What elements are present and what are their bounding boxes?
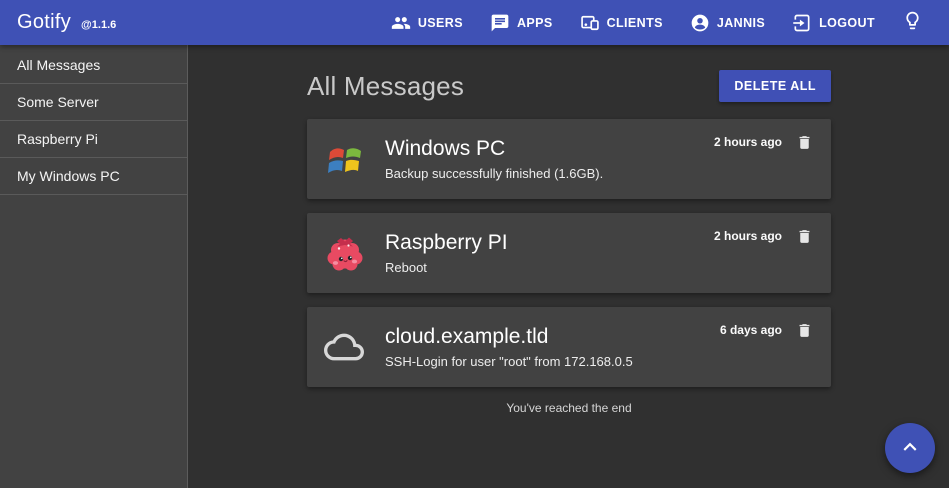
- lightbulb-icon: [902, 10, 923, 36]
- raspberry-icon: [325, 233, 365, 273]
- app-version: @1.1.6: [81, 19, 116, 31]
- chevron-up-icon: [897, 434, 923, 463]
- message-card: cloud.example.tld SSH-Login for user "ro…: [307, 307, 831, 387]
- sidebar-item-raspberry-pi[interactable]: Raspberry Pi: [0, 121, 187, 158]
- message-card: Windows PC Backup successfully finished …: [307, 119, 831, 199]
- message-title: Windows PC: [385, 137, 714, 161]
- sidebar-item-label: Raspberry Pi: [17, 131, 98, 147]
- message-timestamp: 2 hours ago: [714, 229, 782, 243]
- nav-label-apps: APPS: [517, 16, 553, 30]
- end-of-list-text: You've reached the end: [307, 401, 831, 415]
- message-card: Raspberry PI Reboot 2 hours ago: [307, 213, 831, 293]
- nav-label-jannis: JANNIS: [717, 16, 765, 30]
- delete-message-button[interactable]: [796, 133, 813, 152]
- nav-item-users[interactable]: USERS: [391, 13, 463, 33]
- exit-icon: [792, 13, 812, 33]
- sidebar-item-label: Some Server: [17, 94, 99, 110]
- nav-item-apps[interactable]: APPS: [490, 13, 553, 33]
- main-area: All Messages DELETE ALL Windows PC Backu…: [189, 45, 949, 488]
- nav-label-logout: LOGOUT: [819, 16, 875, 30]
- nav-label-clients: CLIENTS: [607, 16, 663, 30]
- theme-toggle-button[interactable]: [902, 10, 923, 36]
- nav-item-logout[interactable]: LOGOUT: [792, 13, 875, 33]
- message-timestamp: 6 days ago: [720, 323, 782, 337]
- message-body: Backup successfully finished (1.6GB).: [385, 166, 714, 181]
- nav-label-users: USERS: [418, 16, 463, 30]
- sidebar: All Messages Some Server Raspberry Pi My…: [0, 45, 188, 488]
- trash-icon: [796, 234, 813, 249]
- scroll-to-top-button[interactable]: [885, 423, 935, 473]
- nav-item-user-jannis[interactable]: JANNIS: [690, 13, 765, 33]
- app-logo[interactable]: Gotify: [17, 11, 71, 34]
- gotify-app-window: Gotify @1.1.6 USERS APPS CLIENTS: [0, 0, 949, 488]
- app-bar: Gotify @1.1.6 USERS APPS CLIENTS: [0, 0, 949, 45]
- message-title: Raspberry PI: [385, 231, 714, 255]
- page-title: All Messages: [307, 71, 464, 102]
- trash-icon: [796, 140, 813, 155]
- devices-icon: [580, 13, 600, 33]
- sidebar-item-all-messages[interactable]: All Messages: [0, 47, 187, 84]
- trash-icon: [796, 328, 813, 343]
- users-icon: [391, 13, 411, 33]
- chat-icon: [490, 13, 510, 33]
- message-title: cloud.example.tld: [385, 325, 720, 349]
- sidebar-item-label: All Messages: [17, 57, 100, 73]
- message-body: Reboot: [385, 260, 714, 275]
- message-body: SSH-Login for user "root" from 172.168.0…: [385, 354, 720, 369]
- windows-logo-icon: [325, 139, 365, 179]
- nav-item-clients[interactable]: CLIENTS: [580, 13, 663, 33]
- account-circle-icon: [690, 13, 710, 33]
- delete-message-button[interactable]: [796, 321, 813, 340]
- cloud-icon: [325, 327, 365, 367]
- message-timestamp: 2 hours ago: [714, 135, 782, 149]
- delete-message-button[interactable]: [796, 227, 813, 246]
- sidebar-item-some-server[interactable]: Some Server: [0, 84, 187, 121]
- delete-all-button[interactable]: DELETE ALL: [719, 70, 831, 102]
- sidebar-item-label: My Windows PC: [17, 168, 120, 184]
- sidebar-item-my-windows-pc[interactable]: My Windows PC: [0, 158, 187, 195]
